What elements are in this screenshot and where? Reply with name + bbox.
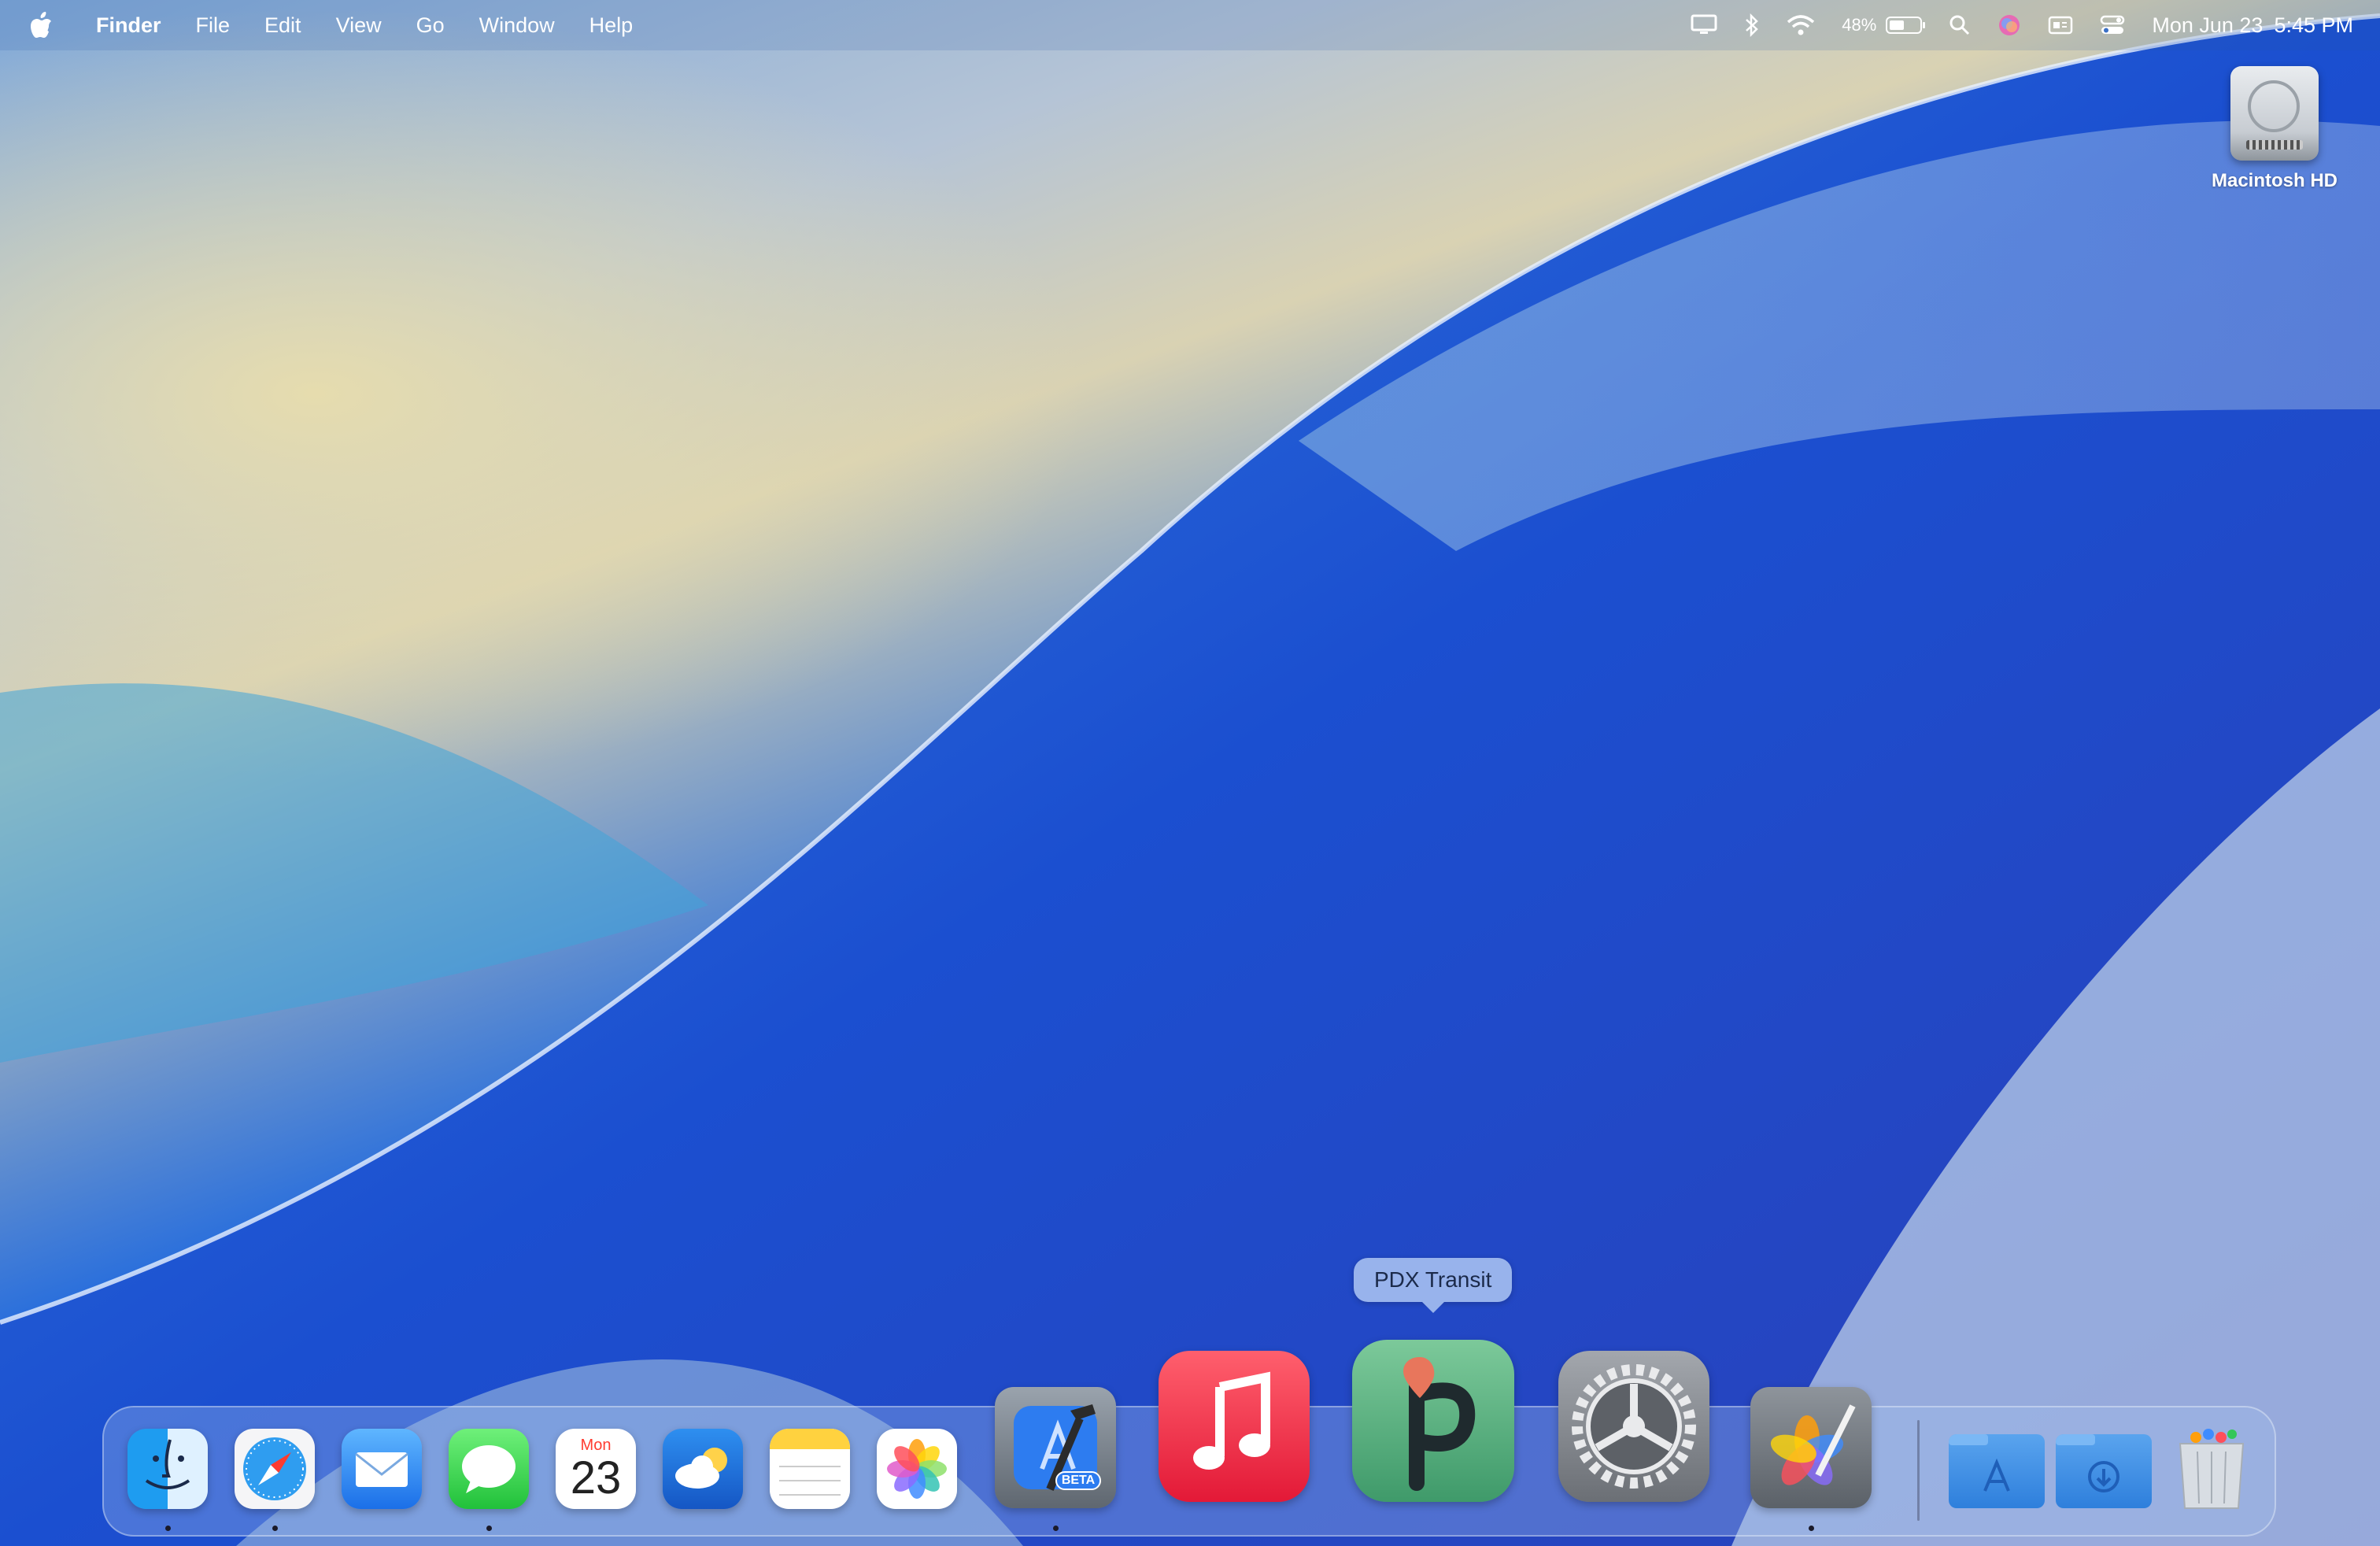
bluetooth-icon[interactable] (1744, 13, 1760, 37)
menu-bar: Finder File Edit View Go Window Help 48% (0, 0, 2380, 50)
dock-mail[interactable] (342, 1429, 422, 1509)
menu-date[interactable]: Mon Jun 23 (2152, 13, 2263, 38)
running-indicator (1809, 1526, 1814, 1531)
running-indicator (272, 1526, 278, 1531)
dock-applications-folder[interactable] (1949, 1434, 2045, 1508)
xcode-beta-icon (1014, 1404, 1101, 1491)
menu-view[interactable]: View (336, 13, 382, 38)
dock-photos[interactable] (877, 1429, 957, 1509)
downloads-folder-icon (2056, 1434, 2119, 1492)
applications-folder-icon (1949, 1434, 2010, 1492)
system-settings-icon (1572, 1364, 1696, 1489)
running-indicator (165, 1526, 171, 1531)
menu-edit[interactable]: Edit (264, 13, 301, 38)
battery-icon[interactable] (1886, 17, 1926, 34)
dock-notes[interactable] (770, 1429, 850, 1509)
menu-window[interactable]: Window (479, 13, 555, 38)
dock-messages[interactable] (449, 1429, 529, 1509)
wifi-icon[interactable] (1787, 14, 1815, 36)
mail-icon (355, 1452, 408, 1487)
dock-system-settings[interactable] (1558, 1351, 1709, 1502)
weather-icon (675, 1448, 727, 1489)
menu-go[interactable]: Go (416, 13, 445, 38)
dock-separator (1917, 1420, 1920, 1521)
menu-file[interactable]: File (196, 13, 231, 38)
keyboard-input-icon[interactable] (2048, 15, 2073, 35)
beta-badge: BETA (1061, 1474, 1096, 1487)
safari-icon (243, 1437, 306, 1500)
dock-pdx-transit[interactable] (1352, 1340, 1514, 1502)
running-indicator (1053, 1526, 1059, 1531)
apple-logo-icon[interactable] (30, 12, 54, 39)
finder-icon (145, 1439, 190, 1489)
battery-level (1890, 20, 1904, 30)
trash-icon (2179, 1429, 2245, 1509)
menu-help[interactable]: Help (589, 13, 634, 38)
dock-safari[interactable] (235, 1429, 315, 1509)
calendar-date: 23 (570, 1452, 622, 1503)
menu-app-name[interactable]: Finder (96, 13, 161, 38)
dock-finder[interactable] (128, 1429, 208, 1509)
siri-icon[interactable] (1998, 13, 2021, 37)
dock-xcode[interactable]: BETA (995, 1387, 1116, 1508)
display-icon[interactable] (1691, 14, 1717, 36)
desktop-item-macintosh-hd[interactable]: Macintosh HD (2204, 66, 2345, 192)
dock-pixelmator[interactable] (1750, 1387, 1872, 1508)
battery-percent: 48% (1842, 15, 1877, 35)
pixelmator-icon (1770, 1404, 1856, 1485)
dock-downloads-folder[interactable] (2056, 1434, 2152, 1508)
hard-drive-icon (2230, 66, 2319, 161)
dock-music[interactable] (1159, 1351, 1310, 1502)
wallpaper (0, 13, 2380, 1546)
dock-trash[interactable] (2172, 1426, 2251, 1513)
dock-weather[interactable] (663, 1429, 743, 1509)
messages-icon (462, 1445, 516, 1493)
desktop-item-label: Macintosh HD (2211, 170, 2338, 191)
menu-time[interactable]: 5:45 PM (2274, 13, 2353, 38)
notes-icon (770, 1429, 850, 1496)
running-indicator (486, 1526, 492, 1531)
music-icon (1193, 1371, 1270, 1470)
pdx-transit-icon (1402, 1357, 1476, 1491)
search-icon[interactable] (1949, 14, 1971, 36)
dock-tooltip: PDX Transit (1354, 1258, 1513, 1313)
photos-icon (887, 1439, 947, 1499)
dock-calendar[interactable]: Mon 23 (556, 1429, 636, 1509)
control-center-icon[interactable] (2100, 14, 2125, 36)
